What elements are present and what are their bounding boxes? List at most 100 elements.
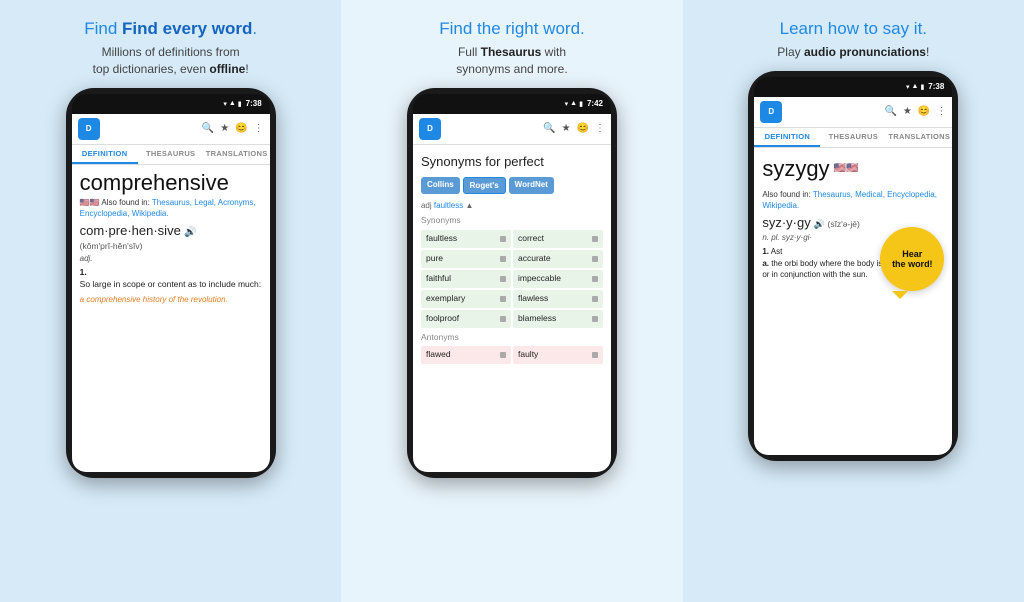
syn-dot: [500, 256, 506, 262]
search-icon-mid[interactable]: 🔍: [543, 123, 555, 134]
link-acronyms[interactable]: Acronyms,: [218, 198, 256, 207]
word-comprehensive: comprehensive: [80, 171, 262, 195]
syn-dot: [592, 316, 598, 322]
syn-dot: [500, 236, 506, 242]
syn-dot: [500, 316, 506, 322]
adj-label: adj faultless ▲: [421, 200, 603, 211]
syn-accurate[interactable]: accurate: [513, 250, 603, 268]
syn-faithful[interactable]: faithful: [421, 270, 511, 288]
screen-content-mid: Synonyms for perfect Collins Roget's Wor…: [413, 145, 611, 472]
tab-thesaurus-left[interactable]: THESAURUS: [138, 145, 204, 164]
syn-impeccable[interactable]: impeccable: [513, 270, 603, 288]
link-medical-r[interactable]: Medical,: [855, 190, 885, 199]
status-icons-left: ▾ ▲ ▮: [223, 100, 241, 108]
also-found-right: Also found in: Thesaurus, Medical, Encyc…: [762, 189, 944, 211]
panel-mid-title: Find the right word.: [439, 18, 585, 40]
syn-exemplary[interactable]: exemplary: [421, 290, 511, 308]
panel-right-title: Learn how to say it.: [780, 18, 927, 40]
antonyms-grid: flawed faulty: [421, 346, 603, 364]
hear-bubble-text: Hearthe word!: [892, 249, 933, 269]
adj-faultless[interactable]: faultless: [434, 201, 463, 210]
star-icon[interactable]: ★: [220, 123, 229, 134]
signal-icon-mid: ▲: [570, 100, 577, 107]
status-icons-mid: ▾ ▲ ▮: [565, 100, 583, 108]
source-roget[interactable]: Roget's: [463, 177, 506, 194]
search-icon-right[interactable]: 🔍: [884, 106, 896, 117]
word-syzygy: syzygy: [762, 154, 829, 185]
example-left: a comprehensive history of the revolutio…: [80, 294, 262, 305]
syn-dot: [500, 296, 506, 302]
tab-bar-right: DEFINITION THESAURUS TRANSLATIONS: [754, 128, 952, 148]
tab-thesaurus-right[interactable]: THESAURUS: [820, 128, 886, 147]
syn-dot: [500, 276, 506, 282]
syn-correct[interactable]: correct: [513, 230, 603, 248]
syn-dot: [592, 256, 598, 262]
tab-translations-left[interactable]: TRANSLATIONS: [204, 145, 270, 164]
pronunciation-left: com·pre·hen·sive 🔊: [80, 222, 262, 240]
user-icon-right[interactable]: 😊: [918, 106, 930, 117]
link-wikipedia[interactable]: Wikipedia.: [132, 209, 169, 218]
tab-definition-left[interactable]: DEFINITION: [72, 145, 138, 164]
panel-mid: Find the right word. Full Thesaurus with…: [341, 0, 682, 602]
menu-icon[interactable]: ⋮: [254, 123, 264, 134]
status-time-mid: 7:42: [587, 99, 603, 108]
section-synonyms: Synonyms: [421, 215, 603, 227]
link-legal[interactable]: Legal,: [194, 198, 216, 207]
source-collins[interactable]: Collins: [421, 177, 460, 194]
menu-icon-mid[interactable]: ⋮: [595, 123, 605, 134]
user-icon[interactable]: 😊: [235, 123, 247, 134]
star-icon-right[interactable]: ★: [903, 106, 912, 117]
tab-definition-right[interactable]: DEFINITION: [754, 128, 820, 147]
syn-pure[interactable]: pure: [421, 250, 511, 268]
hear-bubble[interactable]: Hearthe word!: [880, 227, 944, 291]
tab-bar-left: DEFINITION THESAURUS TRANSLATIONS: [72, 145, 270, 165]
also-found-left: 🇺🇸🇺🇸 Also found in: Thesaurus, Legal, Ac…: [80, 197, 262, 219]
status-time-left: 7:38: [246, 99, 262, 108]
source-tabs: Collins Roget's WordNet: [421, 177, 603, 194]
panel-left-title: Find Find every word.: [84, 18, 257, 40]
panel-right: Learn how to say it. Play audio pronunci…: [683, 0, 1024, 602]
syn-faultless[interactable]: faultless: [421, 230, 511, 248]
syn-dot: [592, 236, 598, 242]
link-wikipedia-r[interactable]: Wikipedia.: [762, 201, 799, 210]
panel-left-subtitle: Millions of definitions fromtop dictiona…: [93, 44, 249, 78]
ant-flawed[interactable]: flawed: [421, 346, 511, 364]
every-word-bold: every word: [163, 19, 253, 38]
speaker-icon-left[interactable]: 🔊: [184, 227, 196, 238]
wifi-icon-right: ▾: [906, 83, 910, 91]
wifi-icon-mid: ▾: [565, 100, 569, 108]
app-logo-right: D: [760, 101, 782, 123]
source-wordnet[interactable]: WordNet: [509, 177, 554, 194]
star-icon-mid[interactable]: ★: [562, 123, 571, 134]
phone-mid-status-bar: ▾ ▲ ▮ 7:42: [413, 94, 611, 114]
battery-icon-mid: ▮: [579, 100, 583, 108]
tab-translations-right[interactable]: TRANSLATIONS: [886, 128, 952, 147]
app-logo-left: D: [78, 118, 100, 140]
thesaurus-header: Synonyms for perfect: [421, 153, 603, 171]
phone-left-status-bar: ▾ ▲ ▮ 7:38: [72, 94, 270, 114]
panel-left: Find Find every word. Millions of defini…: [0, 0, 341, 602]
phone-right-screen: D 🔍 ★ 😊 ⋮ DEFINITION THESAURUS TRANSLATI…: [754, 97, 952, 455]
def-text-left: So large in scope or content as to inclu…: [80, 279, 262, 291]
signal-icon: ▲: [229, 100, 236, 107]
speaker-icon-right[interactable]: 🔊: [813, 219, 824, 229]
search-icon[interactable]: 🔍: [202, 123, 214, 134]
battery-icon-right: ▮: [920, 83, 924, 91]
menu-icon-right[interactable]: ⋮: [936, 106, 946, 117]
link-encyclopedia[interactable]: Encyclopedia,: [80, 209, 130, 218]
syzygy-phonetic: (sĭz'ə-jē): [827, 219, 859, 229]
syzygy-pronunciation: syz·y·gy: [762, 215, 810, 230]
battery-icon: ▮: [238, 100, 242, 108]
user-icon-mid[interactable]: 😊: [577, 123, 589, 134]
syn-blameless[interactable]: blameless: [513, 310, 603, 328]
wifi-icon: ▾: [223, 100, 227, 108]
syn-flawless[interactable]: flawless: [513, 290, 603, 308]
link-thesaurus-r[interactable]: Thesaurus,: [813, 190, 853, 199]
ant-faulty[interactable]: faulty: [513, 346, 603, 364]
syzygy-header-row: syzygy 🇺🇸🇺🇸 Also found in: Thesaurus, Me…: [762, 154, 944, 211]
syn-foolproof[interactable]: foolproof: [421, 310, 511, 328]
link-thesaurus[interactable]: Thesaurus,: [152, 198, 192, 207]
section-antonyms: Antonyms: [421, 332, 603, 344]
app-logo-mid: D: [419, 118, 441, 140]
link-encyclopedia-r[interactable]: Encyclopedia,: [887, 190, 937, 199]
